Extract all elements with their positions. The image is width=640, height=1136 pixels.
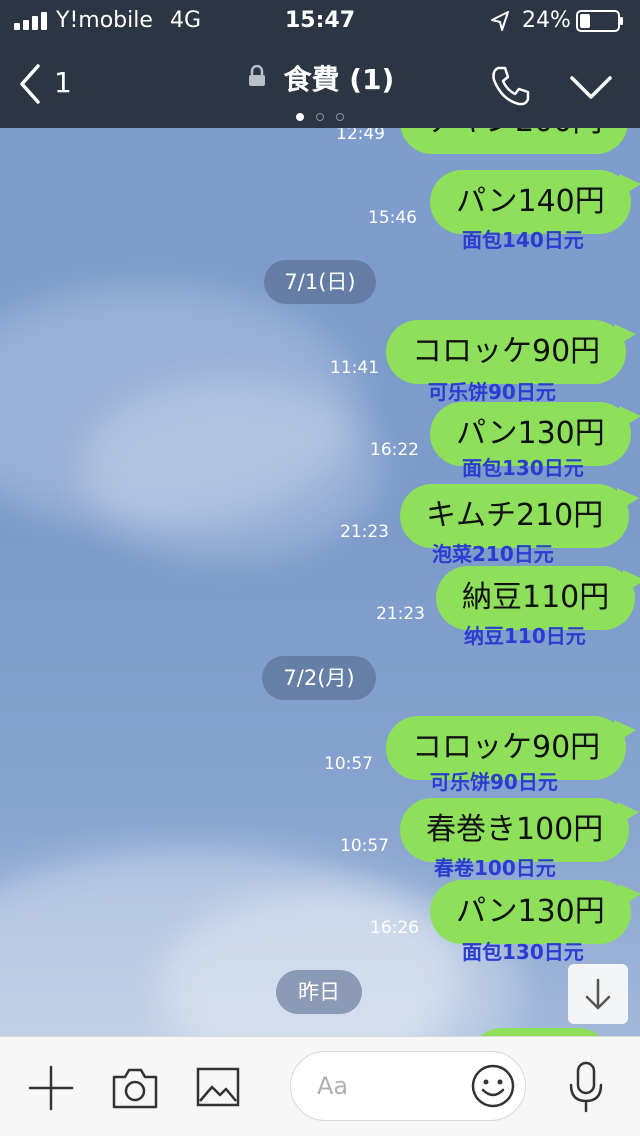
location-arrow-icon [491,11,509,31]
translation-annotation: 春卷100日元 [434,856,556,880]
translation-annotation: 可乐饼90日元 [430,770,558,794]
message-time: 10:57 [324,754,373,774]
message-time: 11:41 [330,358,379,378]
emoji-icon[interactable] [470,1063,516,1109]
lock-icon [248,65,265,86]
plus-icon[interactable] [26,1063,76,1113]
microphone-icon[interactable] [566,1061,606,1115]
translation-annotation: 面包140日元 [462,228,584,252]
page-dot [316,113,324,121]
chat-title-area[interactable]: 食費 (1) [0,58,640,98]
translation-annotation: 面包130日元 [462,940,584,964]
message-time: 12:49 [336,128,385,144]
message-time: 16:22 [370,440,419,460]
bubble-tail [614,324,637,348]
message-bubble[interactable]: チキン200円 [400,128,629,154]
message-bubble[interactable] [470,1028,610,1036]
message-time: 21:23 [340,522,389,542]
page-dot [296,113,304,121]
bubble-tail [618,174,640,198]
battery-icon [576,10,623,32]
message-input-placeholder: Aa [317,1072,349,1100]
date-separator: 昨日 [276,970,362,1014]
bubble-tail [614,720,637,744]
bubble-tail [617,488,640,512]
date-separator: 7/1(日) [264,260,376,304]
status-bar: Y!mobile 4G 15:47 24% [0,0,640,44]
bubble-tail [617,802,640,826]
chevron-down-icon[interactable] [568,70,614,104]
image-icon[interactable] [196,1067,240,1107]
message-time: 16:26 [370,918,419,938]
scroll-to-bottom-button[interactable] [568,964,628,1024]
translation-annotation: 泡菜210日元 [432,542,554,566]
bubble-tail [618,884,640,908]
chat-header: 1 食費 (1) [0,44,640,128]
camera-icon[interactable] [110,1065,160,1111]
page-indicator [0,106,640,125]
bubble-tail [618,406,640,430]
chat-title: 食費 (1) [283,63,395,96]
chat-area[interactable]: チキン200円 12:49 パン140円 15:46 面包140日元 7/1(日… [0,128,640,1036]
translation-annotation: 面包130日元 [462,456,584,480]
battery-percent: 24% [522,8,571,33]
translation-annotation: 纳豆110日元 [464,624,586,648]
bubble-tail [623,570,640,594]
message-time: 21:23 [376,604,425,624]
message-bubble[interactable]: パン130円 [430,880,640,944]
message-bubble[interactable]: コロッケ90円 [386,320,637,384]
page-dot [336,113,344,121]
date-separator: 7/2(月) [262,656,376,700]
arrow-down-icon [585,978,611,1010]
message-time: 10:57 [340,836,389,856]
background-cloud [80,378,380,558]
message-time: 15:46 [368,208,417,228]
message-input-bar: Aa [0,1036,640,1136]
translation-annotation: 可乐饼90日元 [428,380,556,404]
phone-icon[interactable] [488,64,532,108]
